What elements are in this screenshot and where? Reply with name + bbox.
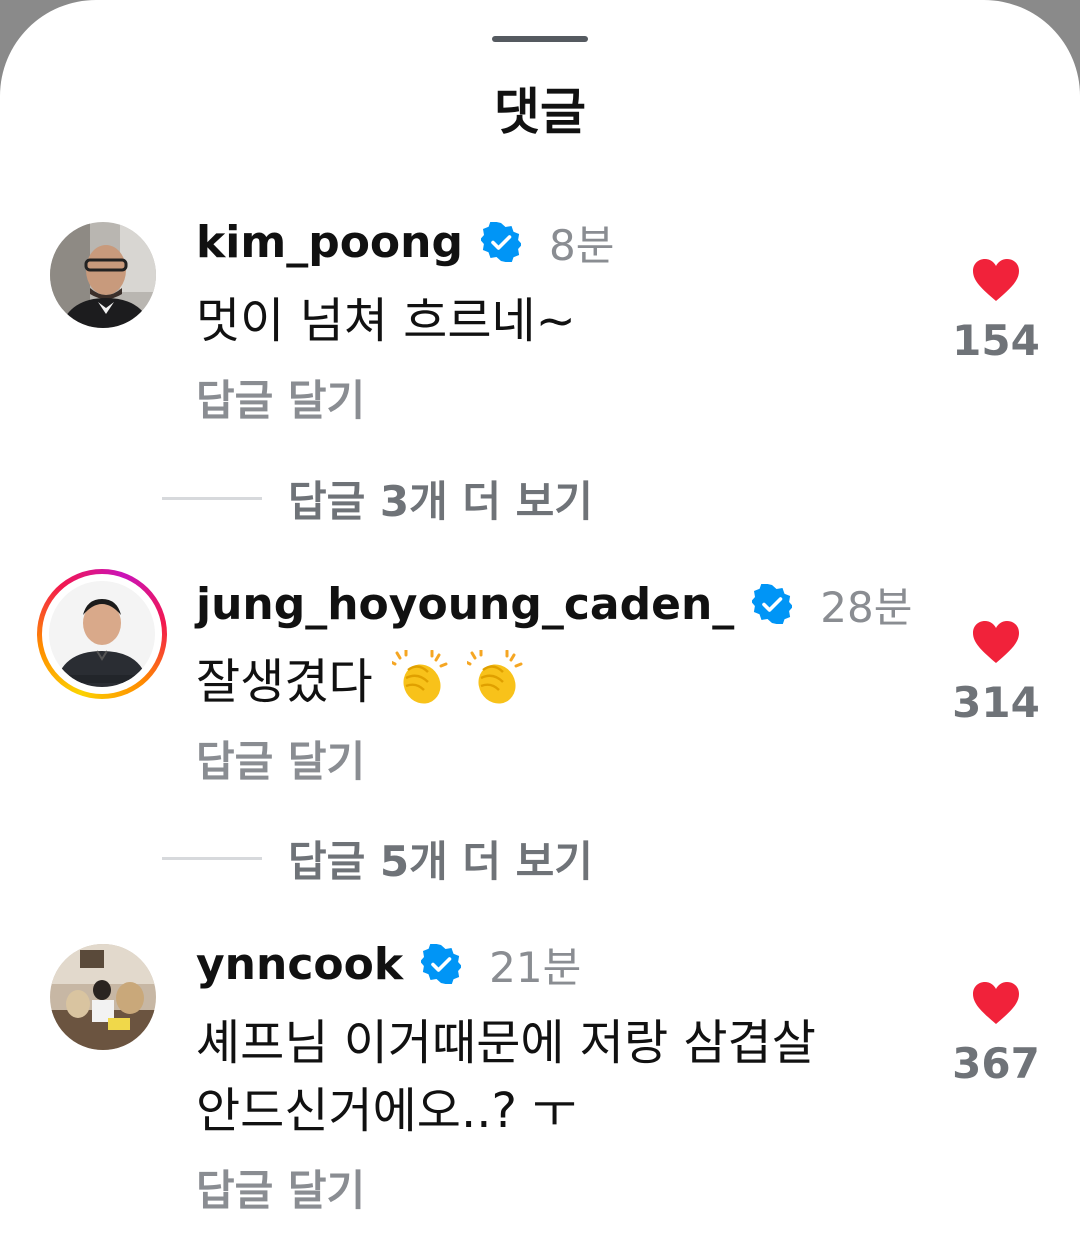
like-group: 367 [941,981,1051,1089]
comment-time: 8분 [548,220,615,270]
view-more-replies[interactable]: 답글 5개 더 보기 [162,830,593,886]
verified-badge-icon [479,221,523,263]
username[interactable]: jung_hoyoung_caden_ [196,579,734,630]
comment-time: 28분 [820,582,913,632]
comment-text: 잘생겼다 [196,654,373,710]
drag-handle[interactable] [492,36,588,42]
view-more-replies[interactable]: 답글 3개 더 보기 [162,470,593,526]
comment-text-line-2: 안드신거에오..? ㅜ [196,1083,577,1139]
comment-header: kim_poong 8분 [196,214,614,270]
comment-text-row: 잘생겼다 [196,648,523,721]
view-more-replies-label[interactable]: 답글 3개 더 보기 [288,468,593,529]
avatar-jung-hoyoung[interactable] [49,581,155,687]
like-count: 314 [952,678,1040,727]
heart-icon[interactable] [972,981,1020,1025]
comment-header: jung_hoyoung_caden_ 28분 [196,576,912,632]
username[interactable]: kim_poong [196,217,463,268]
heart-icon[interactable] [972,620,1020,664]
verified-badge-icon [420,943,463,985]
view-more-replies-label[interactable]: 답글 5개 더 보기 [288,828,593,889]
divider-line [162,496,262,500]
username[interactable]: ynncook [196,939,403,990]
comments-sheet: 댓글 kim_poong 8분 멋이 넘쳐 흐르네~ 답글 달기 154 답글 … [0,0,1080,1249]
comment-text-line-1: 셰프님 이거때문에 저랑 삼겹살 [196,1015,816,1071]
verified-badge-icon [751,583,794,625]
reply-button[interactable]: 답글 달기 [196,375,365,427]
avatar-ynncook[interactable] [50,944,156,1050]
reply-button[interactable]: 답글 달기 [196,1165,365,1217]
comment-header: ynncook 21분 [196,936,581,992]
heart-icon[interactable] [972,258,1020,302]
like-count: 154 [952,316,1040,365]
avatar-kim-poong[interactable] [50,222,156,328]
like-group: 154 [941,258,1051,366]
reply-button[interactable]: 답글 달기 [196,736,365,788]
clapping-hands-emoji [389,648,448,721]
comment-text: 멋이 넘쳐 흐르네~ [196,293,576,349]
like-count: 367 [952,1039,1040,1088]
like-group: 314 [941,620,1051,728]
comment-time: 21분 [489,942,582,992]
divider-line [162,856,262,860]
sheet-title: 댓글 [494,83,586,141]
clapping-hands-emoji [464,648,523,721]
